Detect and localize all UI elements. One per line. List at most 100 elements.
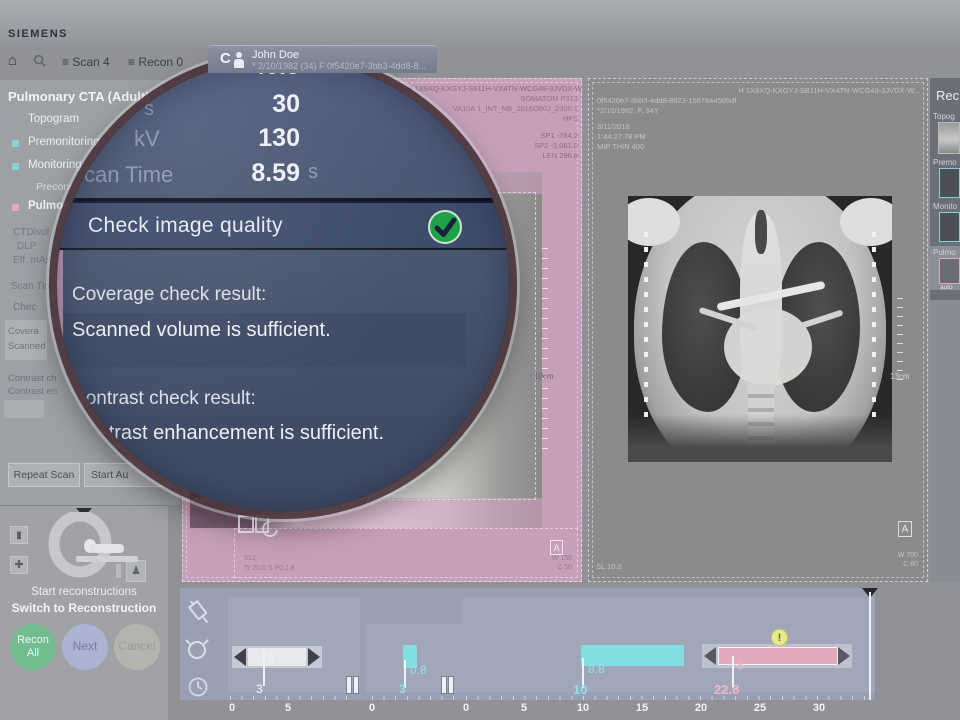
param-label-dlp: DLP bbox=[17, 241, 36, 252]
param-label-scantime: Scan Tim bbox=[11, 281, 53, 292]
topogram-center: C 50 bbox=[557, 564, 572, 571]
patient-details: * 2/10/1982 (34) F 0f5420e7-3bb3-4dd8-8.… bbox=[252, 61, 426, 71]
step-bullet-topogram bbox=[12, 117, 19, 124]
axis-tick: 20 bbox=[689, 702, 713, 714]
recon-strip-monitoring-label[interactable]: Monito bbox=[933, 202, 957, 211]
recon-strip-lower bbox=[930, 300, 960, 582]
ct-date: 3/11/2016 bbox=[597, 122, 630, 131]
premonitoring-duration: 0.8 bbox=[410, 663, 427, 677]
top-band bbox=[0, 0, 960, 46]
loupe-label-kv: kV bbox=[134, 126, 160, 152]
contrast-syringe-icon[interactable] bbox=[186, 598, 214, 633]
axis-tick: 5 bbox=[512, 702, 536, 714]
premonitoring-pos: 3 bbox=[399, 682, 406, 696]
param-label-effmas: Eff. mAs bbox=[13, 255, 51, 266]
ct-series: MIP THIN 400 bbox=[597, 142, 644, 151]
bolus-tracking-icon[interactable] bbox=[184, 636, 210, 667]
ct-image[interactable] bbox=[628, 196, 892, 462]
timer-clock-icon[interactable] bbox=[187, 676, 209, 703]
sidebar-item-topogram[interactable]: Topogram bbox=[28, 113, 79, 125]
sidebar-item-premonitoring[interactable]: Premonitoring bbox=[28, 136, 100, 148]
patient-tab[interactable]: C John Doe * 2/10/1982 (34) F 0f5420e7-3… bbox=[208, 45, 437, 73]
slider-handle-right[interactable] bbox=[308, 648, 320, 666]
loupe-value-mas: 30 bbox=[180, 90, 300, 119]
minor-ticks-scale3 bbox=[466, 696, 872, 700]
recon-strip-pulmonary-thumb[interactable] bbox=[939, 258, 960, 284]
ct-window: W 700 bbox=[898, 552, 918, 559]
axis-tick: 0 bbox=[220, 702, 244, 714]
topogram-scanner: SOMATOM P313 bbox=[520, 94, 578, 103]
slider-fill[interactable] bbox=[248, 648, 306, 666]
tab-recon[interactable]: ≡ Recon 0 bbox=[128, 55, 183, 69]
recon-strip-premonitoring-thumb[interactable] bbox=[939, 168, 960, 198]
sidebar-item-monitoring[interactable]: Monitoring bbox=[28, 159, 82, 171]
hamburger-icon: ≡ bbox=[62, 55, 69, 69]
topogram-ruler bbox=[542, 248, 548, 458]
check-panel-title: Chec bbox=[13, 302, 36, 313]
loupe-pink-strip bbox=[56, 248, 63, 428]
loupe-label-mas: s bbox=[144, 98, 154, 121]
marker-value-scale1: 3 bbox=[268, 653, 274, 665]
topogram-ruler-label: 10cm bbox=[534, 372, 554, 381]
step-bullet-premonitoring bbox=[12, 140, 19, 147]
topogram-orientation-marker: A bbox=[550, 540, 563, 555]
protocol-title: Pulmonary CTA (Adult) bbox=[8, 89, 150, 104]
contrast-result-box-small bbox=[4, 400, 44, 418]
delay-range-slider[interactable] bbox=[232, 646, 322, 668]
injector-icon bbox=[238, 512, 278, 540]
recon-all-button[interactable]: Recon All bbox=[10, 624, 56, 670]
coverage-value-small: Scanned bbox=[8, 341, 46, 352]
recon-strip-topogram-label[interactable]: Topog bbox=[933, 112, 955, 121]
marker-pos-scale1: 3 bbox=[256, 682, 263, 696]
slider-handle-left[interactable] bbox=[234, 648, 246, 666]
next-button[interactable]: Next bbox=[62, 624, 108, 670]
patient-tab-logo: C bbox=[220, 50, 231, 67]
recon-hint-line2: Switch to Reconstruction bbox=[12, 601, 157, 615]
coverage-check-value: Scanned volume is sufficient. bbox=[72, 319, 331, 342]
pause-icon-1[interactable] bbox=[345, 675, 359, 695]
timeline-end-line[interactable] bbox=[869, 592, 871, 700]
step-bullet-monitoring bbox=[12, 163, 19, 170]
axis-tick: 25 bbox=[748, 702, 772, 714]
cancel-button[interactable]: Cancel bbox=[114, 624, 160, 670]
ct-ruler-label: 13cm bbox=[890, 372, 910, 381]
ct-trachea bbox=[755, 210, 767, 254]
scan-slider-handle-right[interactable] bbox=[838, 647, 850, 665]
scan-range-slider[interactable] bbox=[702, 644, 852, 668]
warning-icon[interactable]: ! bbox=[771, 629, 788, 646]
search-icon[interactable] bbox=[33, 54, 46, 70]
ct-time: 1:44:27.78 PM bbox=[597, 132, 646, 141]
recon-strip-title: Rec bbox=[936, 88, 959, 103]
recon-range-icon[interactable]: ▮ bbox=[10, 526, 28, 544]
axis-tick: 10 bbox=[571, 702, 595, 714]
repeat-scan-button[interactable]: Repeat Scan bbox=[8, 463, 80, 487]
scan-slider-fill[interactable] bbox=[718, 647, 838, 665]
topogram-matrix: 512 bbox=[244, 555, 256, 562]
recon-strip-auto-note: auto bbox=[940, 284, 953, 291]
contrast-check-box: Contrast enhancement is sufficient. bbox=[58, 416, 470, 458]
ct-diaphragm bbox=[628, 414, 892, 462]
step-bullet-pulmonary bbox=[12, 204, 19, 211]
coverage-label-small: Covera bbox=[8, 326, 39, 337]
recon-strip-topogram-thumb[interactable] bbox=[938, 122, 960, 154]
pause-icon-2[interactable] bbox=[440, 675, 454, 695]
coverage-check-label: Coverage check result: bbox=[72, 284, 266, 306]
axis-tick: 30 bbox=[807, 702, 831, 714]
recon-strip-premonitoring-label[interactable]: Premo bbox=[933, 158, 957, 167]
topogram-sp2: SP2 -1,061.0 bbox=[534, 141, 578, 150]
param-label-ctdivol: CTDIvol bbox=[13, 227, 49, 238]
marker-line-scale1[interactable] bbox=[263, 652, 265, 686]
check-success-icon bbox=[426, 208, 464, 251]
home-icon[interactable]: ⌂ bbox=[8, 52, 17, 69]
topogram-window: W 150 bbox=[552, 555, 572, 562]
recon-strip-monitoring-thumb[interactable] bbox=[939, 212, 960, 242]
loupe-unit-scantime: s bbox=[308, 161, 318, 184]
contrast-value-small: Contrast en bbox=[8, 386, 57, 397]
recon-strip-pulmonary-label[interactable]: Pulmo bbox=[933, 248, 956, 257]
timeline-band-1 bbox=[228, 598, 360, 692]
tab-scan[interactable]: ≡ Scan 4 bbox=[62, 55, 110, 69]
scan-slider-handle-left[interactable] bbox=[704, 647, 716, 665]
ct-patient-info: *2/10/1982, F, 34Y bbox=[597, 106, 659, 115]
recon-move-icon[interactable]: ✚ bbox=[10, 556, 28, 574]
app-window: SIEMENS ⌂ ≡ Scan 4 ≡ Recon 0 Pulmonary C… bbox=[0, 0, 960, 720]
